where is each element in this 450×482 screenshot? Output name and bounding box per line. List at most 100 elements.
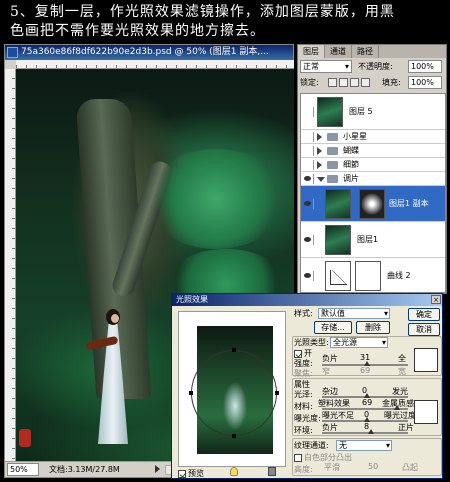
panel-tabs: 图层 通道 路径 — [298, 45, 446, 58]
visibility-toggle[interactable] — [302, 145, 314, 156]
light-ellipse[interactable] — [191, 350, 277, 436]
layer-group-row[interactable]: 小星星 — [301, 130, 445, 144]
lock-transparency-icon[interactable] — [328, 78, 337, 87]
layer-group-row[interactable]: 调片 — [301, 172, 445, 186]
eye-icon[interactable] — [302, 198, 314, 209]
tab-channels[interactable]: 通道 — [325, 45, 352, 58]
white-high-label: 白色部分凸出 — [304, 453, 352, 462]
delete-style-button[interactable]: 删除 — [356, 321, 390, 334]
visibility-toggle[interactable] — [302, 159, 314, 170]
layer-row[interactable]: 曲线 2 — [301, 258, 445, 292]
layer-list: 图层 5 小星星 蝴蝶 细節 调片 图层1 副本 图层1 曲线 2 — [300, 93, 446, 293]
material-value: 69 — [362, 398, 373, 407]
layer-name: 曲线 2 — [387, 271, 411, 280]
zoom-field[interactable]: 50% — [7, 463, 39, 476]
properties-label: 属性 — [294, 380, 310, 389]
lighting-effects-dialog: 光照效果 × 预览 样式: 默认值 存储... 删除 确定 取消 光照类型: 全… — [171, 293, 443, 479]
layer-group-row[interactable]: 细節 — [301, 158, 445, 172]
dialog-title-bar[interactable]: 光照效果 × — [172, 294, 442, 306]
light-on-label: 开 — [304, 349, 312, 358]
red-seal-stamp — [19, 429, 31, 447]
foliage — [146, 149, 286, 249]
layer-row[interactable]: 图层1 — [301, 222, 445, 258]
visibility-toggle[interactable] — [302, 131, 314, 142]
expand-arrow-icon[interactable] — [317, 161, 322, 169]
ambience-slider[interactable] — [322, 429, 408, 434]
property-color-swatch[interactable] — [414, 400, 438, 424]
layer-mask-thumbnail[interactable] — [355, 261, 381, 291]
style-label: 样式: — [294, 309, 313, 318]
light-handle[interactable] — [232, 348, 236, 352]
document-size-info: 文档:3.13M/27.8M — [49, 465, 120, 474]
texture-channel-select[interactable]: 无 — [336, 440, 392, 451]
eye-icon[interactable] — [302, 234, 314, 245]
horizontal-ruler[interactable] — [16, 60, 294, 69]
curves-adjustment-icon — [325, 261, 351, 291]
light-handle[interactable] — [232, 434, 236, 438]
light-type-select[interactable]: 全光源 — [330, 337, 388, 348]
intensity-min-label: 负片 — [322, 354, 338, 363]
blend-row: 正常 不透明度: 100% — [300, 60, 444, 74]
lock-options — [328, 78, 370, 87]
layer-group-row[interactable]: 蝴蝶 — [301, 144, 445, 158]
layer-name: 小星星 — [343, 132, 367, 141]
intensity-label: 强度: — [294, 359, 313, 368]
visibility-toggle[interactable] — [302, 106, 314, 117]
trash-icon[interactable] — [268, 467, 276, 476]
tab-paths[interactable]: 路径 — [352, 45, 379, 58]
light-bulb-icon[interactable] — [230, 467, 238, 476]
lock-row: 锁定: 填充: 100% — [300, 76, 444, 90]
focus-value: 69 — [360, 366, 371, 375]
layer-thumbnail — [317, 97, 343, 127]
focus-min-label: 窄 — [322, 367, 330, 376]
layer-row[interactable]: 图层 5 — [301, 94, 445, 130]
expand-arrow-icon[interactable] — [317, 147, 322, 155]
save-style-button[interactable]: 存储... — [314, 321, 352, 334]
folder-icon — [327, 147, 338, 155]
dialog-title: 光照效果 — [176, 295, 208, 304]
caption-line-1: 5、复制一层，作光照效果滤镜操作，添加图层蒙版，用黑 — [10, 4, 395, 20]
cancel-button[interactable]: 取消 — [408, 323, 440, 336]
close-icon[interactable]: × — [431, 295, 441, 304]
opacity-field[interactable]: 100% — [408, 60, 442, 73]
ok-button[interactable]: 确定 — [408, 308, 440, 321]
intensity-max-label: 全 — [398, 354, 406, 363]
expand-arrow-icon[interactable] — [317, 133, 322, 141]
status-menu-arrow-icon[interactable] — [155, 465, 160, 473]
light-handle[interactable] — [189, 391, 193, 395]
light-color-swatch[interactable] — [414, 348, 438, 372]
lock-move-icon[interactable] — [350, 78, 359, 87]
folder-icon — [327, 175, 338, 183]
light-handle[interactable] — [275, 391, 279, 395]
preview-checkbox-row[interactable]: 预览 — [178, 468, 204, 479]
light-on-checkbox[interactable] — [294, 349, 302, 358]
layer-name: 细節 — [343, 160, 359, 169]
material-label: 材料: — [294, 402, 313, 411]
style-select[interactable]: 默认值 — [318, 308, 390, 319]
lock-paint-icon[interactable] — [339, 78, 348, 87]
slider-knob[interactable] — [368, 429, 374, 434]
photoshop-icon — [7, 47, 18, 58]
layer-name: 图层1 副本 — [389, 199, 429, 208]
preview-checkbox[interactable] — [178, 469, 186, 478]
height-min-label: 平滑 — [324, 463, 340, 472]
layer-mask-thumbnail[interactable] — [359, 189, 385, 219]
tab-layers[interactable]: 图层 — [298, 45, 325, 58]
light-type-label: 光照类型: — [294, 338, 329, 347]
folder-icon — [327, 133, 338, 141]
lock-label: 锁定: — [300, 78, 319, 87]
eye-icon[interactable] — [302, 173, 314, 184]
layer-row-selected[interactable]: 图层1 副本 — [301, 186, 445, 222]
document-title-bar[interactable]: 75a360e86f8df622b90e2d3b.psd @ 50% (图层1 … — [5, 45, 293, 60]
light-preview[interactable] — [178, 311, 286, 467]
eye-icon[interactable] — [302, 270, 314, 281]
layer-name: 图层 5 — [349, 107, 373, 116]
collapse-arrow-icon[interactable] — [317, 177, 325, 182]
vertical-ruler[interactable] — [5, 69, 16, 461]
white-high-checkbox-row[interactable]: 白色部分凸出 — [294, 453, 352, 463]
white-high-checkbox[interactable] — [294, 453, 302, 462]
light-on-checkbox-row[interactable]: 开 — [294, 349, 312, 359]
fill-field[interactable]: 100% — [408, 76, 442, 89]
blend-mode-select[interactable]: 正常 — [300, 60, 352, 73]
lock-all-icon[interactable] — [361, 78, 370, 87]
